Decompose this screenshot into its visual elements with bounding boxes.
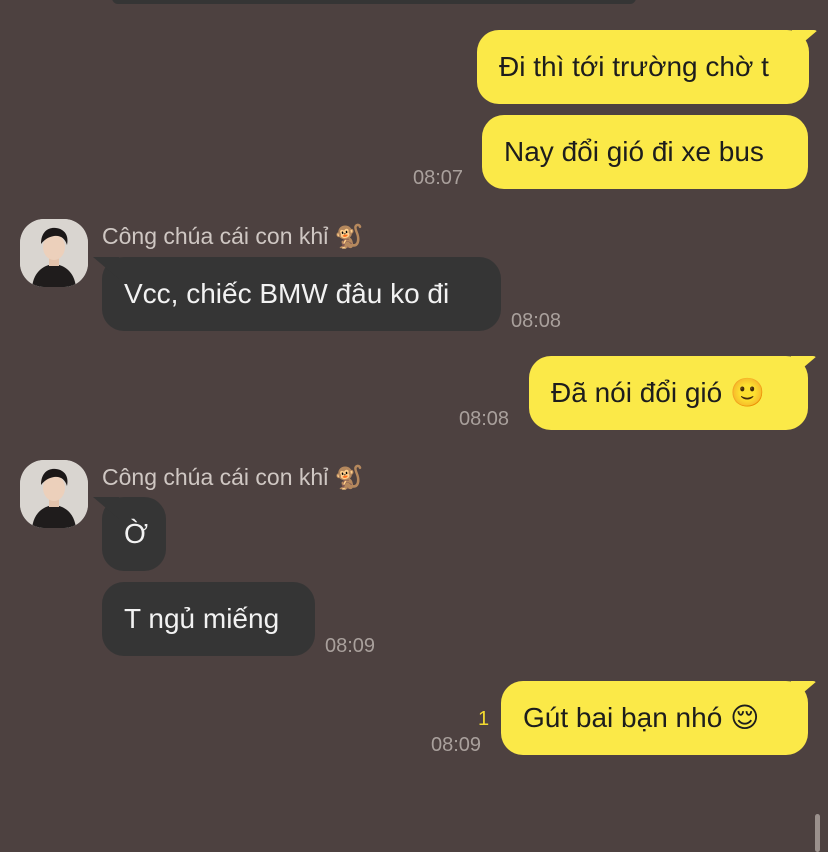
incoming-message-bubble[interactable]: Ờ — [102, 497, 166, 571]
avatar-photo-icon — [20, 219, 88, 287]
message-text: Ờ — [124, 518, 149, 549]
message-timestamp: 08:09 — [325, 635, 376, 657]
sender-name: Công chúa cái con khỉ 🐒 — [102, 463, 363, 492]
sender-name-text: Công chúa cái con khỉ — [102, 223, 329, 249]
avatar-photo-icon — [20, 460, 88, 528]
previous-message-bubble-edge — [112, 0, 636, 4]
message-text: Gút bai bạn nhó — [523, 702, 723, 733]
avatar[interactable] — [20, 460, 88, 528]
message-text: Đã nói đổi gió — [551, 377, 723, 408]
sender-name-text: Công chúa cái con khỉ — [102, 464, 329, 490]
slightly-smiling-face-emoji-icon: 🙂 — [730, 376, 765, 409]
message-timestamp: 08:08 — [511, 310, 562, 332]
monkey-emoji-icon: 🐒 — [334, 224, 364, 250]
message-timestamp: 08:07 — [413, 167, 464, 189]
outgoing-message-bubble[interactable]: Đi thì tới trường chờ t — [477, 30, 809, 104]
outgoing-message-bubble[interactable]: Nay đổi gió đi xe bus — [482, 115, 808, 189]
incoming-message-bubble[interactable]: T ngủ miếng — [102, 582, 315, 656]
relieved-face-emoji-icon: 😌 — [730, 701, 760, 734]
message-text: Vcc, chiếc BMW đâu ko đi — [124, 278, 450, 309]
outgoing-message-bubble[interactable]: Đã nói đổi gió 🙂 — [529, 356, 808, 430]
avatar[interactable] — [20, 219, 88, 287]
message-timestamp: 08:09 — [431, 734, 482, 756]
incoming-message-bubble[interactable]: Vcc, chiếc BMW đâu ko đi — [102, 257, 501, 331]
unread-count: 1 — [478, 708, 490, 730]
scrollbar[interactable] — [815, 814, 820, 852]
monkey-emoji-icon: 🐒 — [334, 465, 364, 491]
sender-name: Công chúa cái con khỉ 🐒 — [102, 222, 363, 251]
outgoing-message-bubble[interactable]: Gút bai bạn nhó 😌 — [501, 681, 808, 755]
message-text: Nay đổi gió đi xe bus — [504, 136, 764, 167]
message-timestamp: 08:08 — [459, 408, 510, 430]
message-text: T ngủ miếng — [124, 603, 280, 634]
message-text: Đi thì tới trường chờ t — [499, 51, 769, 82]
